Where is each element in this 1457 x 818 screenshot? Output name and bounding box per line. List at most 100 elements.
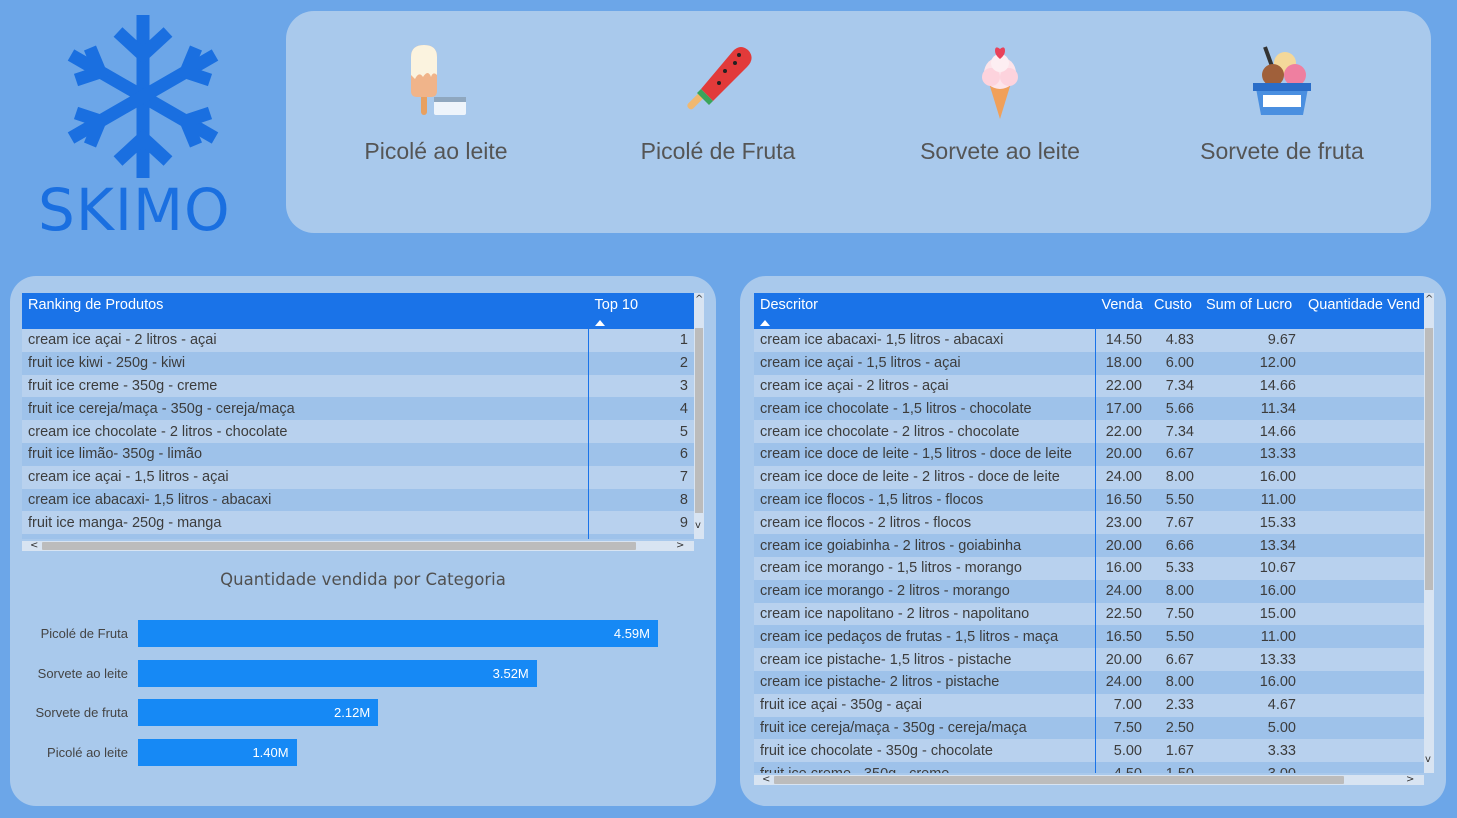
quantidade-cell: 356 — [1302, 762, 1424, 773]
category-picole-ao-leite[interactable]: Picolé ao leite — [296, 11, 576, 233]
quantidade-cell: 342 — [1302, 739, 1424, 763]
scroll-left-icon[interactable]: < — [30, 541, 38, 551]
category-sorvete-ao-leite[interactable]: Sorvete ao leite — [860, 11, 1140, 233]
bar-category-label: Picolé ao leite — [47, 744, 128, 760]
table-row[interactable]: fruit ice manga- 250g - manga 9 — [22, 511, 694, 535]
table-row[interactable]: cream ice açai - 1,5 litros - açai 7 — [22, 465, 694, 489]
table-row[interactable]: fruit ice chocolate - 350g - chocolate 5.… — [754, 739, 1424, 763]
quantidade-cell: 349 — [1302, 397, 1424, 421]
category-sorvete-de-fruta[interactable]: Sorvete de fruta — [1142, 11, 1422, 233]
detail-horizontal-scrollbar[interactable]: < > — [754, 775, 1424, 785]
bar[interactable]: 3.52M — [138, 659, 537, 687]
bar-category-label: Sorvete de fruta — [35, 705, 129, 720]
table-row[interactable]: cream ice morango - 1,5 litros - morango… — [754, 556, 1424, 580]
venda-cell: 4.50 — [1094, 762, 1148, 773]
bar[interactable]: 4.59M — [138, 620, 658, 647]
venda-cell: 22.50 — [1094, 602, 1148, 626]
ranking-vertical-scrollbar[interactable]: ^ v — [694, 293, 704, 539]
table-row[interactable]: fruit ice cereja/maça - 350g - cereja/ma… — [22, 397, 694, 421]
table-row[interactable]: cream ice doce de leite - 1,5 litros - d… — [754, 442, 1424, 466]
table-row[interactable]: cream ice chocolate - 2 litros - chocola… — [22, 420, 694, 443]
scroll-right-icon[interactable]: > — [1406, 775, 1414, 785]
descritor-cell: cream ice goiabinha - 2 litros - goiabin… — [754, 534, 1095, 557]
table-row[interactable]: cream ice napolitano - 2 litros - napoli… — [754, 602, 1424, 626]
quantidade-cell: 353 — [1302, 465, 1424, 489]
table-row[interactable]: cream ice chocolate - 1,5 litros - choco… — [754, 397, 1424, 421]
product-name-cell: cream ice abacaxi- 1,5 litros - abacaxi — [22, 488, 588, 512]
product-name-cell: fruit ice creme - 350g - creme — [22, 374, 588, 398]
quantidade-cell: 354 — [1302, 351, 1424, 375]
custo-cell: 5.50 — [1148, 625, 1200, 649]
descritor-cell: cream ice pistache- 1,5 litros - pistach… — [754, 648, 1095, 671]
custo-cell: 5.50 — [1148, 488, 1200, 512]
ranking-header-produto[interactable]: Ranking de Produtos — [22, 293, 588, 329]
table-row[interactable]: cream ice pistache- 1,5 litros - pistach… — [754, 648, 1424, 671]
custo-cell: 1.67 — [1148, 739, 1200, 763]
venda-cell: 24.00 — [1094, 465, 1148, 489]
table-row[interactable]: cream ice chocolate - 2 litros - chocola… — [754, 420, 1424, 443]
table-row[interactable]: cream ice doce de leite - 2 litros - doc… — [22, 534, 694, 539]
bar-chart: Picolé de Fruta 4.59M Sorvete ao leite 3.52… — [10, 606, 716, 806]
scroll-right-icon[interactable]: > — [676, 541, 684, 551]
product-name-cell: cream ice chocolate - 2 litros - chocola… — [22, 420, 588, 443]
lucro-cell: 16.00 — [1200, 670, 1302, 694]
lucro-cell: 11.00 — [1200, 625, 1302, 649]
detail-header-quantidade[interactable]: Quantidade Vend — [1302, 293, 1424, 329]
table-row[interactable]: cream ice açai - 2 litros - açai 22.00 7.3… — [754, 374, 1424, 398]
scroll-up-icon[interactable]: ^ — [1425, 295, 1433, 305]
ice-cream-cup-icon — [1253, 46, 1311, 115]
scroll-down-icon[interactable]: v — [695, 521, 701, 531]
table-row[interactable]: fruit ice cereja/maça - 350g - cereja/ma… — [754, 716, 1424, 740]
bar[interactable]: 1.40M — [138, 738, 297, 766]
ranking-table[interactable]: Ranking de Produtos Top 10 cream ice aça… — [22, 293, 694, 539]
scroll-up-icon[interactable]: ^ — [695, 295, 703, 305]
rank-cell: 5 — [587, 420, 694, 443]
bar-category-label: Picolé de Fruta — [40, 626, 128, 641]
custo-cell: 7.67 — [1148, 511, 1200, 535]
rank-cell: 7 — [587, 465, 694, 489]
detail-header-lucro[interactable]: Sum of Lucro — [1200, 293, 1302, 329]
detail-header-descritor[interactable]: Descritor — [754, 293, 1095, 329]
detail-table[interactable]: Descritor Venda Custo Sum of Lucro Quant… — [754, 293, 1424, 773]
scroll-down-icon[interactable]: v — [1425, 755, 1431, 765]
table-row[interactable]: cream ice abacaxi- 1,5 litros - abacaxi 8 — [22, 488, 694, 512]
venda-cell: 24.00 — [1094, 670, 1148, 694]
custo-cell: 5.66 — [1148, 397, 1200, 421]
table-row[interactable]: cream ice pedaços de frutas - 1,5 litros… — [754, 625, 1424, 649]
bar[interactable]: 2.12M — [138, 699, 379, 726]
table-row[interactable]: cream ice morango - 2 litros - morango 24… — [754, 579, 1424, 603]
lucro-cell: 9.67 — [1200, 329, 1302, 352]
table-row[interactable]: cream ice flocos - 1,5 litros - flocos 16… — [754, 488, 1424, 512]
ranking-horizontal-scrollbar[interactable]: < > — [22, 541, 694, 551]
scroll-left-icon[interactable]: < — [762, 775, 770, 785]
lucro-cell: 3.33 — [1200, 739, 1302, 763]
detail-header-venda[interactable]: Venda — [1094, 293, 1148, 329]
table-row[interactable]: fruit ice kiwi - 250g - kiwi 2 — [22, 351, 694, 375]
table-row[interactable]: fruit ice limão- 350g - limão 6 — [22, 442, 694, 466]
category-picole-de-fruta[interactable]: Picolé de Fruta — [578, 11, 858, 233]
venda-cell: 17.00 — [1094, 397, 1148, 421]
venda-cell: 16.00 — [1094, 556, 1148, 580]
table-row[interactable]: cream ice flocos - 2 litros - flocos 23.0… — [754, 511, 1424, 535]
custo-cell: 1.50 — [1148, 762, 1200, 773]
table-row[interactable]: cream ice açai - 2 litros - açai 1 — [22, 329, 694, 352]
table-row[interactable]: cream ice goiabinha - 2 litros - goiabin… — [754, 534, 1424, 557]
detail-vertical-scrollbar[interactable]: ^ v — [1424, 293, 1434, 773]
descritor-cell: cream ice morango - 1,5 litros - morango — [754, 556, 1095, 580]
category-label: Sorvete ao leite — [920, 138, 1080, 164]
table-row[interactable]: fruit ice creme - 350g - creme4.501.503.… — [754, 762, 1424, 773]
descritor-cell: fruit ice chocolate - 350g - chocolate — [754, 739, 1095, 763]
table-row[interactable]: cream ice pistache- 2 litros - pistache 2… — [754, 670, 1424, 694]
venda-cell: 5.00 — [1094, 739, 1148, 763]
table-row[interactable]: cream ice doce de leite - 2 litros - doc… — [754, 465, 1424, 489]
table-row[interactable]: fruit ice creme - 350g - creme 3 — [22, 374, 694, 398]
table-row[interactable]: cream ice abacaxi- 1,5 litros - abacaxi 1… — [754, 329, 1424, 352]
table-row[interactable]: fruit ice açai - 350g - açai 7.00 2.33 4.67… — [754, 693, 1424, 717]
quantidade-cell: 353 — [1302, 602, 1424, 626]
table-row[interactable]: cream ice açai - 1,5 litros - açai 18.00 6… — [754, 351, 1424, 375]
custo-cell: 7.34 — [1148, 374, 1200, 398]
ranking-header-top10[interactable]: Top 10 — [587, 293, 694, 329]
detail-header-custo[interactable]: Custo — [1148, 293, 1200, 329]
descritor-cell: cream ice flocos - 1,5 litros - flocos — [754, 488, 1095, 512]
quantidade-cell: 352 — [1302, 579, 1424, 603]
